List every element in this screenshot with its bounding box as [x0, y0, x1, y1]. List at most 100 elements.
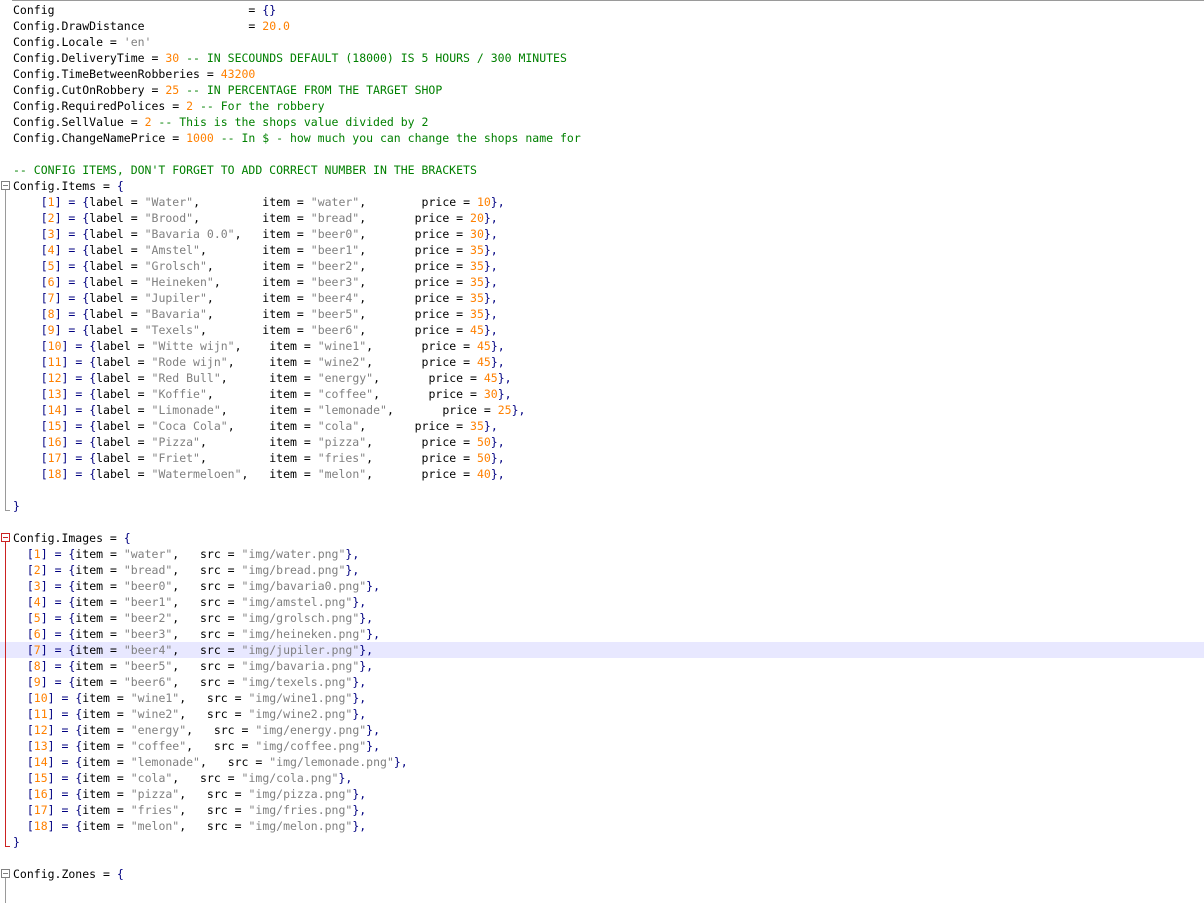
code-token: -- CONFIG ITEMS, DON'T FORGET TO ADD COR… — [13, 163, 477, 177]
fold-toggle-icon[interactable] — [1, 181, 10, 190]
code-line[interactable]: [13] = {label = "Koffie", item = "coffee… — [0, 386, 1204, 402]
code-line[interactable]: [17] = {label = "Friet", item = "fries",… — [0, 450, 1204, 466]
code-line-text: [6] = {item = "beer3", src = "img/heinek… — [13, 626, 380, 642]
code-line[interactable] — [0, 514, 1204, 530]
code-line[interactable]: [8] = {item = "beer5", src = "img/bavari… — [0, 658, 1204, 674]
code-line[interactable]: [14] = {item = "lemonade", src = "img/le… — [0, 754, 1204, 770]
code-line[interactable]: [6] = {item = "beer3", src = "img/heinek… — [0, 626, 1204, 642]
code-line[interactable] — [0, 850, 1204, 866]
code-token: , src = — [179, 691, 249, 705]
code-token: , src = — [179, 707, 249, 721]
code-token: item = — [82, 723, 131, 737]
code-line[interactable]: [15] = {label = "Coca Cola", item = "col… — [0, 418, 1204, 434]
fold-toggle-icon[interactable] — [1, 533, 10, 542]
code-token: , price = — [359, 323, 471, 337]
code-line-text: [11] = {item = "wine2", src = "img/wine2… — [13, 706, 366, 722]
code-line-text: [1] = {item = "water", src = "img/water.… — [13, 546, 359, 562]
code-line[interactable]: [4] = {item = "beer1", src = "img/amstel… — [0, 594, 1204, 610]
code-line[interactable]: } — [0, 498, 1204, 514]
code-line[interactable]: [9] = {item = "beer6", src = "img/texels… — [0, 674, 1204, 690]
code-line[interactable] — [0, 146, 1204, 162]
code-line[interactable]: [3] = {item = "beer0", src = "img/bavari… — [0, 578, 1204, 594]
code-line[interactable]: Config.SellValue = 2 -- This is the shop… — [0, 114, 1204, 130]
code-line[interactable]: [7] = {label = "Jupiler", item = "beer4"… — [0, 290, 1204, 306]
code-line[interactable]: [8] = {label = "Bavaria", item = "beer5"… — [0, 306, 1204, 322]
code-line[interactable]: [18] = {item = "melon", src = "img/melon… — [0, 818, 1204, 834]
code-line[interactable]: [16] = {label = "Pizza", item = "pizza",… — [0, 434, 1204, 450]
code-token: label = — [96, 467, 152, 481]
code-token: [ — [40, 291, 48, 305]
code-line[interactable]: Config.Items = { — [0, 178, 1204, 194]
code-line[interactable]: [13] = {item = "coffee", src = "img/coff… — [0, 738, 1204, 754]
code-line[interactable]: [7] = {item = "beer4", src = "img/jupile… — [0, 642, 1204, 658]
code-token: } — [13, 835, 20, 849]
code-line[interactable]: Config.Images = { — [0, 530, 1204, 546]
code-token: "Bavaria 0.0" — [144, 227, 235, 241]
code-line[interactable]: Config.Zones = { — [0, 866, 1204, 882]
code-line[interactable]: [1] = {label = "Water", item = "water", … — [0, 194, 1204, 210]
code-line[interactable]: [10] = {item = "wine1", src = "img/wine1… — [0, 690, 1204, 706]
code-token: label = — [89, 275, 145, 289]
code-line[interactable]: [1] = {item = "water", src = "img/water.… — [0, 546, 1204, 562]
code-token: ] = { — [40, 627, 76, 641]
code-line[interactable]: [9] = {label = "Texels", item = "beer6",… — [0, 322, 1204, 338]
code-line[interactable]: [10] = {label = "Witte wijn", item = "wi… — [0, 338, 1204, 354]
code-line-text: [6] = {label = "Heineken", item = "beer3… — [13, 274, 498, 290]
code-line-text: Config.ChangeNamePrice = 1000 -- In $ - … — [13, 130, 581, 146]
code-line[interactable]: [18] = {label = "Watermeloen", item = "m… — [0, 466, 1204, 482]
code-token: [ — [40, 339, 48, 353]
code-line[interactable]: Config.Locale = 'en' — [0, 34, 1204, 50]
code-token: item = — [82, 755, 131, 769]
code-line[interactable]: [12] = {item = "energy", src = "img/ener… — [0, 722, 1204, 738]
code-line[interactable]: [3] = {label = "Bavaria 0.0", item = "be… — [0, 226, 1204, 242]
fold-toggle-icon[interactable] — [1, 869, 10, 878]
code-token: , src = — [172, 771, 242, 785]
code-line-text: Config = {} — [13, 2, 276, 18]
code-line[interactable]: [4] = {label = "Amstel", item = "beer1",… — [0, 242, 1204, 258]
code-line[interactable]: Config.DrawDistance = 20.0 — [0, 18, 1204, 34]
code-line[interactable]: [17] = {item = "fries", src = "img/fries… — [0, 802, 1204, 818]
code-token: item = — [75, 659, 124, 673]
code-token: 17 — [47, 451, 62, 465]
code-line[interactable]: Config.DeliveryTime = 30 -- IN SECOUNDS … — [0, 50, 1204, 66]
code-line[interactable]: [5] = {label = "Grolsch", item = "beer2"… — [0, 258, 1204, 274]
code-line[interactable]: [16] = {item = "pizza", src = "img/pizza… — [0, 786, 1204, 802]
code-line[interactable]: [2] = {label = "Brood", item = "bread", … — [0, 210, 1204, 226]
code-token: 30 — [483, 387, 498, 401]
code-token: "img/fries.png" — [248, 803, 353, 817]
code-line[interactable] — [0, 482, 1204, 498]
code-token: 5 — [47, 259, 55, 273]
code-token: ] = { — [61, 371, 97, 385]
code-token: 35 — [470, 419, 484, 433]
code-editor[interactable]: Config = {} Config.DrawDistance = 20.0 Con… — [0, 0, 1204, 903]
code-token: , src = — [172, 547, 242, 561]
code-line[interactable]: Config.ChangeNamePrice = 1000 -- In $ - … — [0, 130, 1204, 146]
code-token: ] = { — [61, 467, 97, 481]
code-line[interactable]: [11] = {label = "Rode wijn", item = "win… — [0, 354, 1204, 370]
code-token: "melon" — [317, 467, 367, 481]
code-line[interactable]: -- CONFIG ITEMS, DON'T FORGET TO ADD COR… — [0, 162, 1204, 178]
code-line[interactable]: Config.CutOnRobbery = 25 -- IN PERCENTAG… — [0, 82, 1204, 98]
code-line[interactable]: [12] = {label = "Red Bull", item = "ener… — [0, 370, 1204, 386]
code-token: }, — [490, 339, 505, 353]
code-line[interactable]: [11] = {item = "wine2", src = "img/wine2… — [0, 706, 1204, 722]
code-line[interactable]: } — [0, 834, 1204, 850]
code-line-text: [16] = {item = "pizza", src = "img/pizza… — [13, 786, 366, 802]
code-line[interactable]: [6] = {label = "Heineken", item = "beer3… — [0, 274, 1204, 290]
code-line[interactable]: [15] = {item = "cola", src = "img/cola.p… — [0, 770, 1204, 786]
code-line[interactable]: [5] = {item = "beer2", src = "img/grolsc… — [0, 610, 1204, 626]
code-line[interactable]: [2] = {item = "bread", src = "img/bread.… — [0, 562, 1204, 578]
code-line[interactable]: Config = {} — [0, 2, 1204, 18]
code-token: item = — [82, 787, 131, 801]
code-line[interactable]: [14] = {label = "Limonade", item = "lemo… — [0, 402, 1204, 418]
code-line[interactable]: Config.TimeBetweenRobberies = 43200 — [0, 66, 1204, 82]
code-line[interactable]: Config.RequiredPolices = 2 -- For the ro… — [0, 98, 1204, 114]
code-line-text: [4] = {item = "beer1", src = "img/amstel… — [13, 594, 366, 610]
code-token: label = — [89, 259, 145, 273]
